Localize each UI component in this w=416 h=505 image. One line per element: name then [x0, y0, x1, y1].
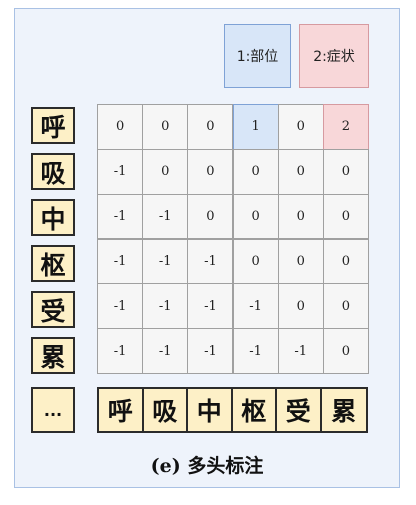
column-token: 枢	[233, 389, 277, 431]
column-token: 受	[277, 389, 322, 431]
column-token: 累	[331, 397, 357, 426]
column-token: 吸	[144, 389, 188, 431]
matrix-cell: 0	[277, 193, 324, 240]
matrix-cell: 0	[322, 328, 369, 374]
row-token: 吸	[31, 153, 75, 190]
column-token: 呼	[99, 389, 144, 431]
matrix-cell: 0	[277, 238, 324, 285]
row-token: 累	[31, 337, 75, 374]
matrix-cell: 0	[322, 193, 369, 240]
matrix-cell: 0	[277, 148, 324, 195]
matrix-cell: -1	[97, 238, 144, 285]
matrix-cell: 0	[322, 238, 369, 285]
legend-position: 1:部位	[224, 24, 291, 88]
column-token-row: 呼吸中枢受累	[97, 387, 368, 433]
matrix-cell: -1	[187, 328, 234, 374]
figure-caption: (e) 多头标注	[150, 455, 264, 477]
row-token: 枢	[31, 245, 75, 282]
matrix-cell: 0	[232, 193, 279, 240]
matrix-cell: 0	[322, 283, 369, 330]
matrix-cell: -1	[97, 193, 144, 240]
matrix-cell: -1	[232, 283, 279, 330]
matrix-cell: -1	[97, 283, 144, 330]
matrix-cell: -1	[142, 238, 189, 285]
legend-symptom: 2:症状	[299, 24, 369, 88]
matrix-cell: -1	[187, 283, 234, 330]
row-token: 受	[31, 291, 75, 328]
row-token-ellipsis: ...	[31, 387, 75, 433]
matrix-cell: 1	[232, 104, 279, 150]
matrix-cell: 0	[277, 104, 324, 150]
matrix-cell: 0	[97, 104, 144, 150]
matrix-cell: 0	[232, 238, 279, 285]
matrix-cell: -1	[232, 328, 279, 374]
column-token: 中	[188, 389, 233, 431]
matrix-cell: 0	[187, 148, 234, 195]
matrix-cell: 0	[142, 104, 189, 150]
matrix-cell: -1	[97, 328, 144, 374]
matrix-cell: 0	[232, 148, 279, 195]
matrix-cell: -1	[142, 283, 189, 330]
matrix-cell: 2	[322, 104, 369, 150]
matrix-cell: 0	[187, 193, 234, 240]
matrix-cell: 0	[187, 104, 234, 150]
row-token: 中	[31, 199, 75, 236]
matrix-cell: -1	[187, 238, 234, 285]
row-token: 呼	[31, 107, 75, 144]
matrix-cell: -1	[97, 148, 144, 195]
matrix-cell: 0	[142, 148, 189, 195]
label-matrix: 0 0 0 1 0 2 -1 0 0 0 0 0 -1 -1 0 0 0 0 -1 -1 -1 0 0 0 -1 -1 -1 -1 0 0…	[97, 104, 369, 374]
matrix-cell: -1	[142, 193, 189, 240]
matrix-cell: -1	[277, 328, 324, 374]
matrix-cell: -1	[142, 328, 189, 374]
matrix-cell: 0	[322, 148, 369, 195]
matrix-cell: 0	[277, 283, 324, 330]
